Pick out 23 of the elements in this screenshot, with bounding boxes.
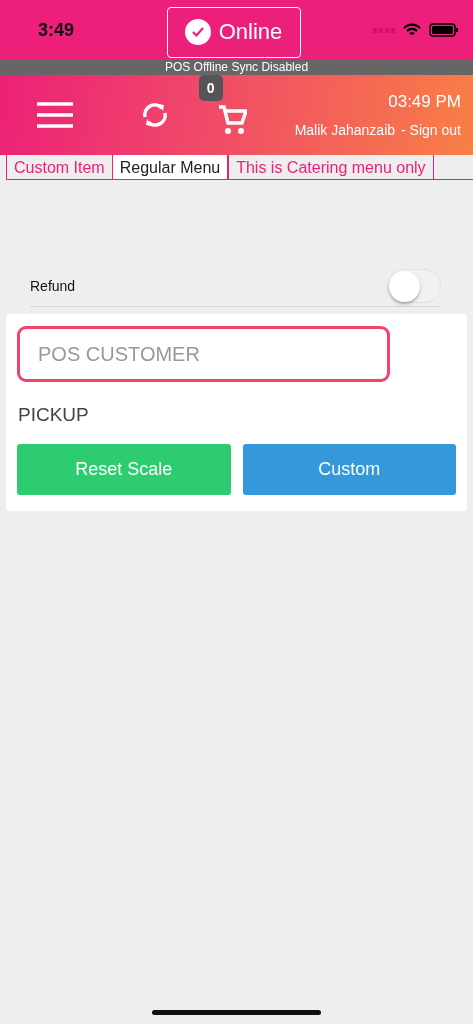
battery-icon	[429, 23, 459, 37]
sync-banner: POS Offline Sync Disabled	[0, 60, 473, 75]
sync-button[interactable]	[141, 100, 169, 130]
order-type-label: PICKUP	[18, 404, 90, 426]
action-button[interactable]: Custom	[242, 444, 456, 495]
refund-label: Refund	[30, 278, 76, 294]
sign-out-link[interactable]: - Sign out	[401, 122, 461, 138]
refund-switch[interactable]	[387, 269, 441, 303]
status-time: 3:49	[38, 19, 76, 41]
user-name: Malik Jahanzaib	[294, 122, 396, 138]
cart-count-badge: 0	[198, 75, 223, 101]
cart-button[interactable]	[216, 105, 247, 135]
menu-tab[interactable]: This is Catering menu only	[228, 155, 434, 179]
menu-tab[interactable]: Custom Item	[6, 155, 113, 179]
menu-button[interactable]	[37, 102, 73, 128]
header-clock: 03:49 PM	[388, 92, 461, 112]
signal-icon	[373, 27, 395, 33]
online-button[interactable]: Online	[166, 6, 301, 58]
wifi-icon	[403, 23, 421, 37]
customer-field[interactable]: POS CUSTOMER	[17, 326, 390, 382]
menu-tab[interactable]: Regular Menu	[112, 155, 229, 179]
check-circle-icon	[184, 19, 211, 45]
action-button[interactable]: Reset Scale	[17, 444, 231, 495]
